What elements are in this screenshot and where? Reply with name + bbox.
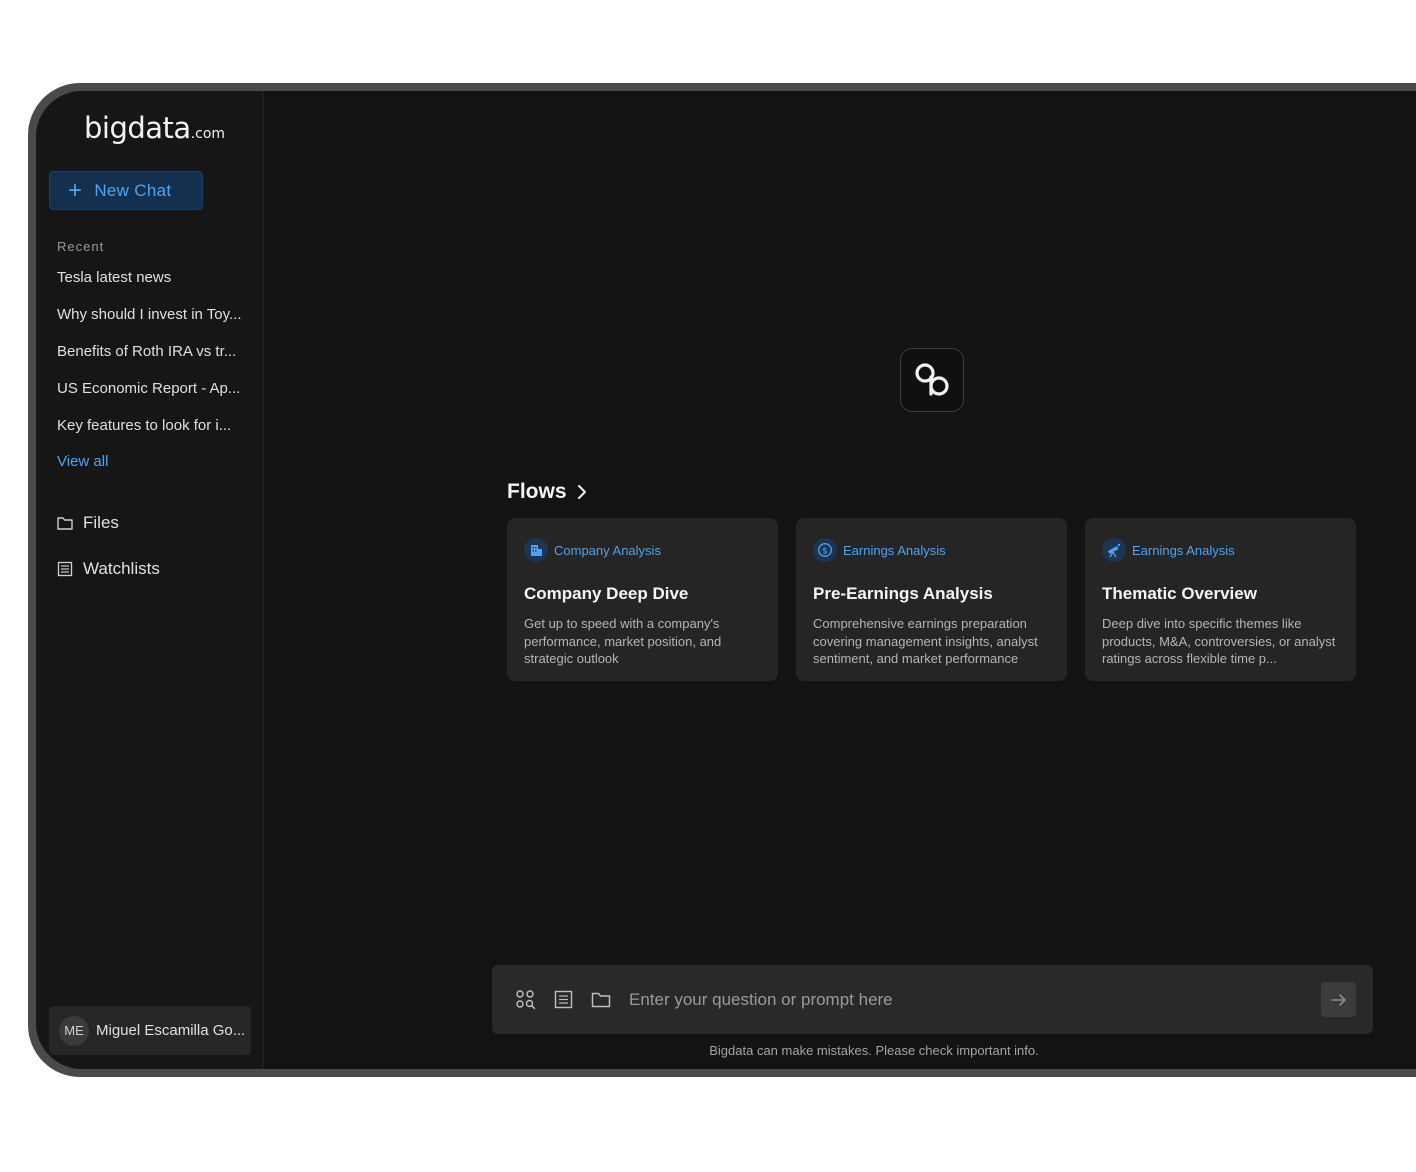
flow-card-pre-earnings-analysis[interactable]: $ Earnings Analysis Pre-Earnings Analysi… [796,518,1067,681]
new-chat-button[interactable]: + New Chat [49,171,203,210]
entity-search-icon[interactable] [515,989,536,1010]
flows-heading[interactable]: Flows [507,480,587,504]
arrow-right-icon [1330,993,1346,1006]
recent-heading: Recent [57,239,105,254]
card-description: Deep dive into specific themes like prod… [1102,616,1336,666]
sidebar-item-watchlists[interactable]: Watchlists [57,559,160,579]
recent-item[interactable]: Why should I invest in Toy... [57,304,252,341]
card-category: Earnings Analysis [1102,538,1339,562]
card-category-label: Company Analysis [554,542,661,558]
user-profile-button[interactable]: ME Miguel Escamilla Go... [49,1006,251,1055]
prompt-input[interactable] [629,989,1321,1010]
card-description: Comprehensive earnings preparation cover… [813,616,1038,666]
view-all-link[interactable]: View all [57,453,108,470]
send-button[interactable] [1321,982,1356,1017]
prompt-bar [492,965,1373,1034]
flow-card-company-deep-dive[interactable]: Company Analysis Company Deep Dive Get u… [507,518,778,681]
card-description: Get up to speed with a company's perform… [524,616,722,666]
brand-logo[interactable]: bigdata.com [84,111,225,145]
sidebar: bigdata.com + New Chat Recent Tesla late… [36,91,264,1069]
chevron-right-icon [577,485,586,499]
user-name: Miguel Escamilla Go... [96,1022,246,1039]
folder-icon[interactable] [591,991,611,1008]
card-title: Pre-Earnings Analysis [813,584,993,603]
dollar-circle-icon: $ [813,538,837,562]
building-icon [524,538,548,562]
brand-suffix: .com [190,126,226,142]
card-category: $ Earnings Analysis [813,538,1050,562]
card-title: Company Deep Dive [524,584,689,603]
recent-item[interactable]: Key features to look for i... [57,415,252,452]
app-window: bigdata.com + New Chat Recent Tesla late… [36,91,1416,1069]
card-category: Company Analysis [524,538,761,562]
avatar: ME [59,1015,89,1046]
sidebar-item-label: Files [83,513,119,532]
recent-item[interactable]: Benefits of Roth IRA vs tr... [57,341,252,378]
new-chat-label: New Chat [94,180,172,200]
brand-name: bigdata [84,111,191,145]
recent-item[interactable]: Tesla latest news [57,267,252,304]
disclaimer-text: Bigdata can make mistakes. Please check … [709,1043,1039,1058]
svg-text:$: $ [822,546,828,556]
card-title: Thematic Overview [1102,584,1257,603]
telescope-icon [1102,538,1126,562]
card-category-label: Earnings Analysis [1132,542,1235,558]
recent-item[interactable]: US Economic Report - Ap... [57,378,252,415]
folder-icon [57,517,73,530]
recent-list: Tesla latest news Why should I invest in… [57,267,252,452]
watchlist-icon[interactable] [554,990,573,1009]
card-category-label: Earnings Analysis [843,542,946,558]
flows-title: Flows [507,480,567,503]
flow-card-thematic-overview[interactable]: Earnings Analysis Thematic Overview Deep… [1085,518,1356,681]
plus-icon: + [68,176,83,204]
list-icon [57,561,73,577]
brand-mark-icon [900,348,964,412]
sidebar-item-label: Watchlists [83,559,160,578]
sidebar-item-files[interactable]: Files [57,513,119,533]
